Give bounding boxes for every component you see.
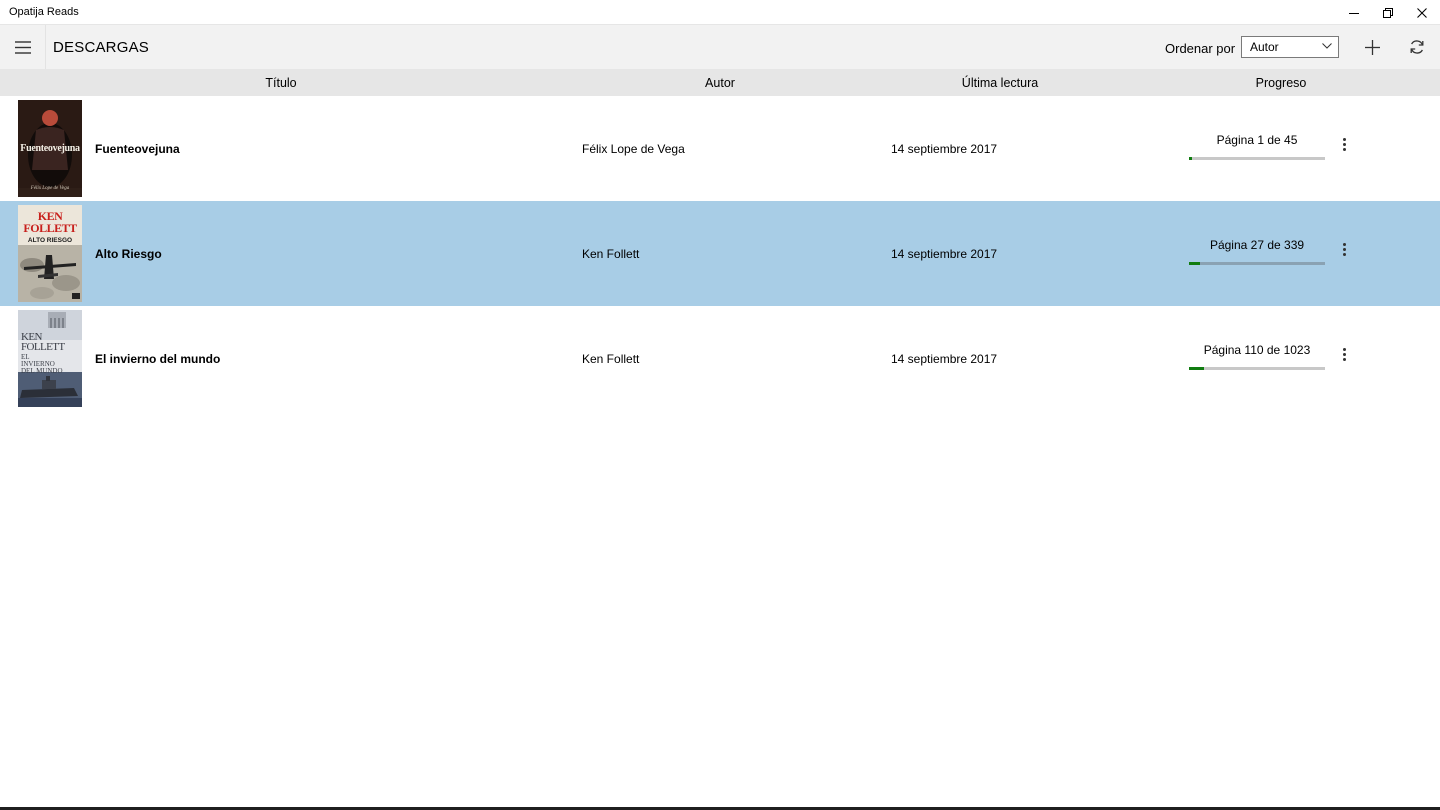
book-progress-fill — [1189, 262, 1200, 265]
column-last-read[interactable]: Última lectura — [962, 76, 1038, 90]
close-icon — [1417, 7, 1427, 18]
book-cover: KEN FOLLETT EL INVIERNO DEL MUNDO — [18, 310, 82, 407]
book-last-read: 14 septiembre 2017 — [891, 352, 998, 366]
book-author: Ken Follett — [582, 247, 640, 261]
book-progress-bar — [1189, 367, 1325, 370]
column-author[interactable]: Autor — [705, 76, 735, 90]
book-title: Fuenteovejuna — [95, 142, 180, 156]
minimize-icon — [1349, 12, 1359, 14]
book-row[interactable]: KEN FOLLETT EL INVIERNO DEL MUNDO El inv… — [0, 306, 1440, 411]
book-last-read: 14 septiembre 2017 — [891, 247, 998, 261]
column-header: Título Autor Última lectura Progreso — [0, 69, 1440, 96]
close-button[interactable] — [1405, 0, 1439, 25]
book-progress-bar — [1189, 157, 1325, 160]
cover-title-text: Fuenteovejuna — [20, 143, 80, 154]
book-author: Félix Lope de Vega — [582, 142, 685, 156]
book-cover: KEN FOLLETT ALTO RIESGO — [18, 205, 82, 302]
cover-author-text: KEN FOLLETT — [23, 209, 77, 235]
book-last-read: 14 septiembre 2017 — [891, 142, 998, 156]
book-title: El invierno del mundo — [95, 352, 221, 366]
book-cover: Fuenteovejuna Félix Lope de Vega — [18, 100, 82, 197]
sort-dropdown-value: Autor — [1250, 40, 1279, 54]
hamburger-icon — [14, 40, 31, 54]
minimize-button[interactable] — [1337, 0, 1371, 25]
column-title[interactable]: Título — [265, 76, 296, 90]
page-title: DESCARGAS — [53, 39, 149, 56]
cover-title-text: ALTO RIESGO — [27, 237, 73, 244]
cover-author-text: Félix Lope de Vega — [30, 186, 70, 191]
refresh-button[interactable] — [1403, 33, 1431, 61]
sort-dropdown[interactable]: Autor — [1241, 36, 1339, 58]
window-titlebar: Opatija Reads — [0, 0, 1440, 25]
column-progress[interactable]: Progreso — [1256, 76, 1307, 90]
cover-title-text: EL INVIERNO DEL MUNDO — [21, 353, 63, 375]
sort-label: Ordenar por — [1165, 41, 1236, 56]
more-options-button[interactable] — [1335, 134, 1353, 154]
more-vertical-icon — [1342, 242, 1346, 256]
more-options-button[interactable] — [1335, 239, 1353, 259]
book-row[interactable]: Fuenteovejuna Félix Lope de Vega Fuenteo… — [0, 96, 1440, 201]
book-progress-bar — [1189, 262, 1325, 265]
book-progress-text: Página 110 de 1023 — [1203, 343, 1311, 357]
book-progress-fill — [1189, 367, 1204, 370]
restore-icon — [1383, 7, 1393, 18]
hamburger-menu-button[interactable] — [0, 25, 46, 69]
restore-button[interactable] — [1371, 0, 1405, 25]
book-title: Alto Riesgo — [95, 247, 162, 261]
more-options-button[interactable] — [1335, 344, 1353, 364]
chevron-down-icon — [1322, 43, 1332, 49]
add-icon — [1364, 39, 1380, 55]
book-progress-text: Página 1 de 45 — [1216, 133, 1298, 147]
book-progress-fill — [1189, 157, 1192, 160]
more-vertical-icon — [1342, 137, 1346, 151]
app-bar: DESCARGAS Ordenar por Autor — [0, 25, 1440, 69]
book-row-selected[interactable]: KEN FOLLETT ALTO RIESGO Alto Riesgo Ken … — [0, 201, 1440, 306]
refresh-icon — [1410, 40, 1424, 54]
window-title: Opatija Reads — [9, 6, 79, 18]
more-vertical-icon — [1342, 347, 1346, 361]
cover-author-text: KEN FOLLETT — [21, 331, 65, 353]
add-button[interactable] — [1358, 33, 1386, 61]
book-author: Ken Follett — [582, 352, 640, 366]
book-progress-text: Página 27 de 339 — [1209, 238, 1305, 252]
